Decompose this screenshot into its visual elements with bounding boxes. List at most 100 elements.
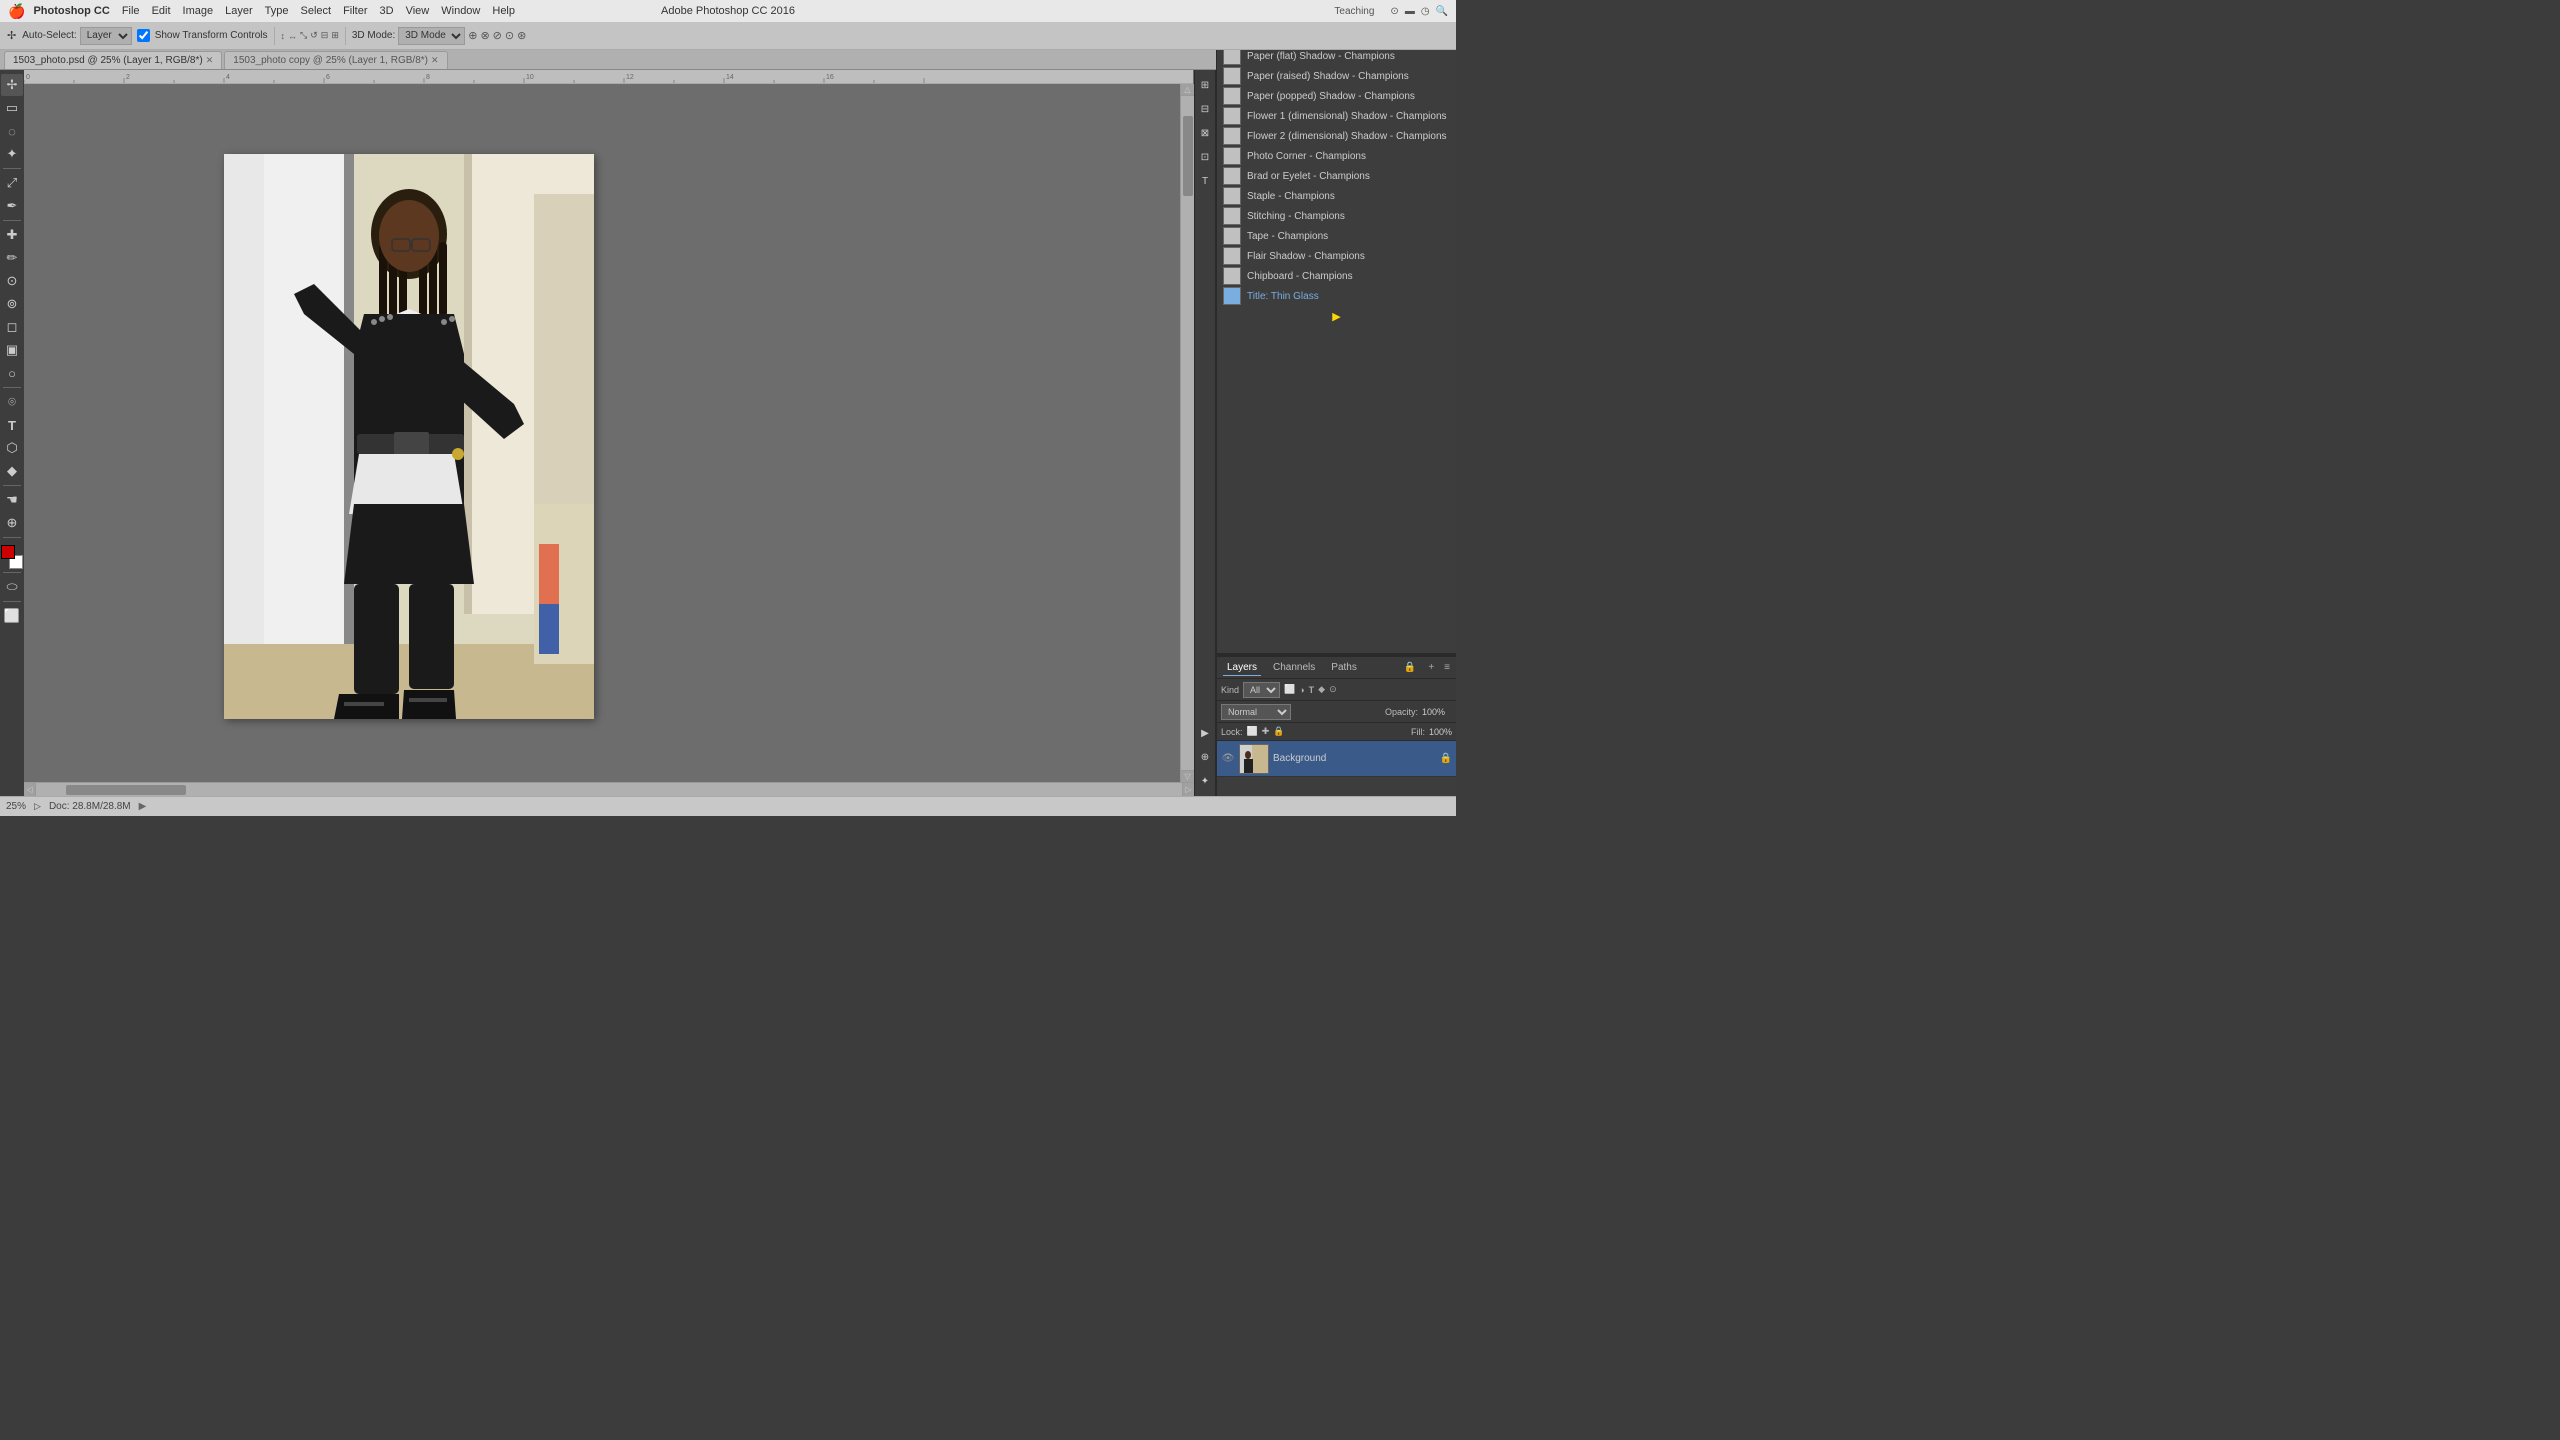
- path-select-tool[interactable]: ⬡: [1, 437, 23, 459]
- doc-tab-2-close[interactable]: ✕: [431, 55, 439, 66]
- lock-all-btn[interactable]: 🔒: [1273, 726, 1284, 737]
- zoom-tool[interactable]: ⊕: [1, 512, 23, 534]
- menu-select[interactable]: Select: [295, 3, 338, 19]
- shape-tool[interactable]: ◆: [1, 460, 23, 482]
- doc-tab-1-close[interactable]: ✕: [206, 55, 214, 66]
- styles-scroll-arrow[interactable]: ▶: [1217, 306, 1456, 326]
- style-item[interactable]: Flower 2 (dimensional) Shadow - Champion…: [1217, 126, 1456, 146]
- kind-filter-adjust[interactable]: ◑: [1299, 685, 1304, 695]
- tab-layers[interactable]: Layers: [1223, 660, 1261, 676]
- panel-tools-4[interactable]: ⊡: [1194, 146, 1216, 168]
- menu-image[interactable]: Image: [177, 3, 220, 19]
- style-item[interactable]: Brad or Eyelet - Champions: [1217, 166, 1456, 186]
- hscroll-thumb[interactable]: [66, 785, 186, 795]
- panel-tools-1[interactable]: ⊞: [1194, 74, 1216, 96]
- foreground-color-swatch[interactable]: [1, 545, 15, 559]
- style-item[interactable]: Paper (popped) Shadow - Champions: [1217, 86, 1456, 106]
- style-item[interactable]: Staple - Champions: [1217, 186, 1456, 206]
- lock-position-btn[interactable]: ✚: [1262, 726, 1270, 737]
- style-item-title[interactable]: Title: Thin Glass: [1217, 286, 1456, 306]
- pen-tool[interactable]: ⌾: [1, 391, 23, 413]
- autofill-dropdown[interactable]: Layer: [80, 27, 132, 45]
- eraser-tool[interactable]: ◻: [1, 316, 23, 338]
- style-item[interactable]: Paper (raised) Shadow - Champions: [1217, 66, 1456, 86]
- document-tab-2[interactable]: 1503_photo copy @ 25% (Layer 1, RGB/8*) …: [224, 51, 447, 69]
- style-item[interactable]: Flower 1 (dimensional) Shadow - Champion…: [1217, 106, 1456, 126]
- style-item[interactable]: Tape - Champions: [1217, 226, 1456, 246]
- 3d-tool-2[interactable]: ⊗: [480, 29, 489, 42]
- screen-mode[interactable]: ⬜: [1, 605, 23, 627]
- panel-tools-7[interactable]: ⊕: [1194, 746, 1216, 768]
- style-item[interactable]: Photo Corner - Champions: [1217, 146, 1456, 166]
- menu-3d[interactable]: 3D: [374, 3, 400, 19]
- layers-add-button[interactable]: +: [1428, 662, 1434, 673]
- vscroll-thumb[interactable]: [1183, 116, 1193, 196]
- history-brush-tool[interactable]: ⊚: [1, 293, 23, 315]
- panel-tools-5[interactable]: T: [1194, 170, 1216, 192]
- apple-menu[interactable]: 🍎: [0, 3, 33, 20]
- crop-tool[interactable]: ⤢: [1, 172, 23, 194]
- zoom-level[interactable]: 25%: [6, 801, 26, 812]
- vertical-scrollbar[interactable]: △ ▽: [1180, 84, 1194, 782]
- color-boxes[interactable]: [1, 545, 23, 569]
- style-item[interactable]: Flair Shadow - Champions: [1217, 246, 1456, 266]
- stamp-tool[interactable]: ⊙: [1, 270, 23, 292]
- menu-layer[interactable]: Layer: [219, 3, 259, 19]
- horizontal-scrollbar[interactable]: ◁ ▷: [24, 782, 1194, 796]
- hand-tool[interactable]: ☚: [1, 489, 23, 511]
- panel-tools-8[interactable]: ✦: [1194, 770, 1216, 792]
- menu-edit[interactable]: Edit: [146, 3, 177, 19]
- style-item[interactable]: Chipboard - Champions: [1217, 266, 1456, 286]
- opacity-value[interactable]: 100%: [1422, 707, 1452, 717]
- panel-tools-2[interactable]: ⊟: [1194, 98, 1216, 120]
- lasso-tool[interactable]: ◌: [1, 120, 23, 142]
- blend-mode-dropdown[interactable]: Normal Dissolve Multiply Screen: [1221, 704, 1291, 720]
- kind-dropdown[interactable]: All: [1243, 682, 1280, 698]
- style-item[interactable]: Stitching - Champions: [1217, 206, 1456, 226]
- hscroll-left-btn[interactable]: ◁: [24, 783, 36, 797]
- vscroll-down-btn[interactable]: ▽: [1181, 770, 1195, 782]
- menu-help[interactable]: Help: [486, 3, 521, 19]
- quick-mask-mode[interactable]: ⬭: [1, 576, 23, 598]
- 3d-tool-5[interactable]: ⊛: [517, 29, 526, 42]
- lock-pixels-btn[interactable]: ⬜: [1247, 726, 1258, 737]
- status-arrow-btn[interactable]: ▶: [139, 801, 147, 812]
- dodge-tool[interactable]: ○: [1, 362, 23, 384]
- menu-file[interactable]: File: [116, 3, 146, 19]
- vscroll-up-btn[interactable]: △: [1181, 84, 1195, 96]
- marquee-tool[interactable]: ▭: [1, 97, 23, 119]
- 3d-tool-1[interactable]: ⊕: [468, 29, 477, 42]
- hscroll-right-btn[interactable]: ▷: [1182, 783, 1194, 797]
- triangle-icon[interactable]: ▷: [34, 801, 41, 812]
- move-tool[interactable]: ✢: [1, 74, 23, 96]
- eyedropper-tool[interactable]: ✒: [1, 195, 23, 217]
- 3d-tool-4[interactable]: ⊙: [505, 29, 514, 42]
- fill-value[interactable]: 100%: [1429, 727, 1452, 737]
- layers-lock-icon[interactable]: 🔒: [1404, 662, 1416, 673]
- heal-tool[interactable]: ✚: [1, 224, 23, 246]
- magnifier-icon[interactable]: 🔍: [1436, 6, 1448, 17]
- text-tool[interactable]: T: [1, 414, 23, 436]
- show-transform-checkbox[interactable]: [137, 29, 150, 42]
- gradient-tool[interactable]: ▣: [1, 339, 23, 361]
- brush-tool[interactable]: ✏: [1, 247, 23, 269]
- layer-visibility-eye[interactable]: 👁: [1221, 752, 1235, 766]
- panel-tools-6[interactable]: ▶: [1194, 722, 1216, 744]
- layer-item-background[interactable]: 👁 Background 🔒: [1217, 741, 1456, 777]
- menu-view[interactable]: View: [400, 3, 436, 19]
- show-transform-label[interactable]: Show Transform Controls: [155, 30, 268, 41]
- menu-type[interactable]: Type: [259, 3, 295, 19]
- 3d-mode-dropdown[interactable]: 3D Mode: [398, 27, 465, 45]
- panel-tools-3[interactable]: ⊠: [1194, 122, 1216, 144]
- menu-filter[interactable]: Filter: [337, 3, 373, 19]
- document-tab-1[interactable]: 1503_photo.psd @ 25% (Layer 1, RGB/8*) ✕: [4, 51, 222, 69]
- menu-window[interactable]: Window: [435, 3, 486, 19]
- kind-filter-shape[interactable]: ◆: [1318, 684, 1325, 695]
- kind-filter-smart[interactable]: ⊙: [1329, 684, 1337, 695]
- 3d-tool-3[interactable]: ⊘: [493, 29, 502, 42]
- magic-wand-tool[interactable]: ✦: [1, 143, 23, 165]
- tab-channels[interactable]: Channels: [1269, 660, 1319, 675]
- kind-filter-pixel[interactable]: ⬜: [1284, 684, 1295, 695]
- tab-paths[interactable]: Paths: [1327, 660, 1361, 675]
- workspace-selector[interactable]: Teaching: [1326, 6, 1382, 17]
